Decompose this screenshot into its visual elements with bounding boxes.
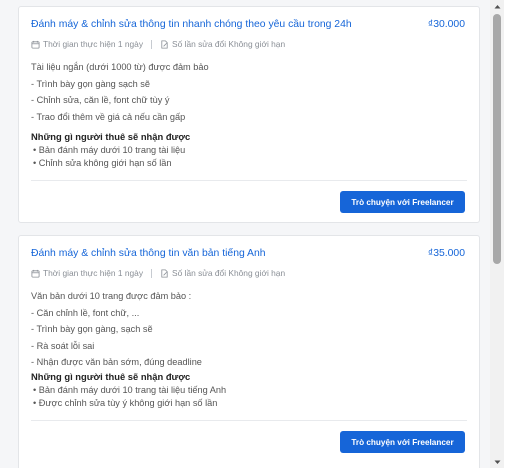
scrollbar-thumb[interactable] bbox=[493, 14, 501, 264]
description-line: - Rà soát lỗi sai bbox=[31, 340, 95, 351]
benefit-item: • Bản đánh máy dưới 10 trang tài liệu bbox=[33, 145, 186, 155]
edit-document-icon bbox=[161, 268, 168, 278]
benefit-item: • Chỉnh sửa không giới hạn số lần bbox=[33, 158, 172, 168]
card-header: Đánh máy & chỉnh sửa thông tin văn bản t… bbox=[31, 248, 465, 259]
service-title[interactable]: Đánh máy & chỉnh sửa thông tin văn bản t… bbox=[31, 248, 266, 259]
service-description: Văn bản dưới 10 trang được đảm bảo : - C… bbox=[31, 288, 202, 371]
service-card: Đánh máy & chỉnh sửa thông tin nhanh chó… bbox=[18, 6, 480, 223]
edit-document-icon bbox=[161, 39, 168, 49]
service-title[interactable]: Đánh máy & chỉnh sửa thông tin nhanh chó… bbox=[31, 19, 352, 30]
benefits-heading: Những gì người thuê sẽ nhận được bbox=[31, 371, 191, 382]
service-meta: Thời gian thực hiện 1 ngày Số lần sửa đổ… bbox=[31, 268, 285, 278]
description-line: - Trình bày gọn gàng, sạch sẽ bbox=[31, 324, 153, 334]
description-line: - Chỉnh sửa, căn lề, font chữ tùy ý bbox=[31, 95, 170, 105]
revisions-text: Số lần sửa đổi Không giới hạn bbox=[172, 39, 286, 49]
meta-divider bbox=[151, 268, 153, 278]
card-header: Đánh máy & chỉnh sửa thông tin nhanh chó… bbox=[31, 19, 465, 30]
listing-viewport: Đánh máy & chỉnh sửa thông tin nhanh chó… bbox=[0, 0, 490, 468]
meta-divider bbox=[151, 39, 153, 49]
benefit-item: • Được chỉnh sửa tùy ý không giới hạn số… bbox=[33, 398, 218, 408]
calendar-icon bbox=[31, 269, 40, 278]
revisions-text: Số lần sửa đổi Không giới hạn bbox=[172, 268, 286, 278]
service-price: ₫35.000 bbox=[427, 248, 465, 259]
benefit-item: • Bản đánh máy dưới 10 trang tài liệu ti… bbox=[33, 385, 227, 395]
window-edge bbox=[504, 0, 512, 468]
service-card: Đánh máy & chỉnh sửa thông tin văn bản t… bbox=[18, 235, 480, 468]
card-divider bbox=[31, 180, 467, 181]
calendar-icon bbox=[31, 40, 40, 49]
chat-with-freelancer-button[interactable]: Trò chuyện với Freelancer bbox=[340, 431, 465, 453]
benefits-heading: Những gì người thuê sẽ nhận được bbox=[31, 131, 191, 142]
scroll-up-arrow-icon[interactable] bbox=[490, 0, 504, 12]
description-line: - Trao đổi thêm về giá cả nếu cần gấp bbox=[31, 111, 186, 122]
description-line: Văn bản dưới 10 trang được đảm bảo : bbox=[31, 291, 192, 301]
description-line: - Nhận được văn bản sớm, đúng deadline bbox=[31, 357, 202, 367]
duration-text: Thời gian thực hiện 1 ngày bbox=[43, 268, 144, 278]
duration-text: Thời gian thực hiện 1 ngày bbox=[43, 39, 144, 49]
benefits-list: • Bản đánh máy dưới 10 trang tài liệu ti… bbox=[33, 384, 226, 410]
scroll-down-arrow-icon[interactable] bbox=[490, 456, 504, 468]
card-divider bbox=[31, 420, 467, 421]
service-price: ₫30.000 bbox=[427, 19, 465, 30]
service-description: Tài liệu ngắn (dưới 1000 từ) được đảm bả… bbox=[31, 59, 209, 125]
service-meta: Thời gian thực hiện 1 ngày Số lần sửa đổ… bbox=[31, 39, 285, 49]
description-line: - Căn chỉnh lề, font chữ, ... bbox=[31, 307, 140, 318]
vertical-scrollbar[interactable] bbox=[490, 0, 504, 468]
chat-with-freelancer-button[interactable]: Trò chuyện với Freelancer bbox=[340, 191, 465, 213]
description-line: Tài liệu ngắn (dưới 1000 từ) được đảm bả… bbox=[31, 62, 209, 72]
benefits-list: • Bản đánh máy dưới 10 trang tài liệu • … bbox=[33, 144, 185, 170]
description-line: - Trình bày gọn gàng sạch sẽ bbox=[31, 78, 151, 89]
